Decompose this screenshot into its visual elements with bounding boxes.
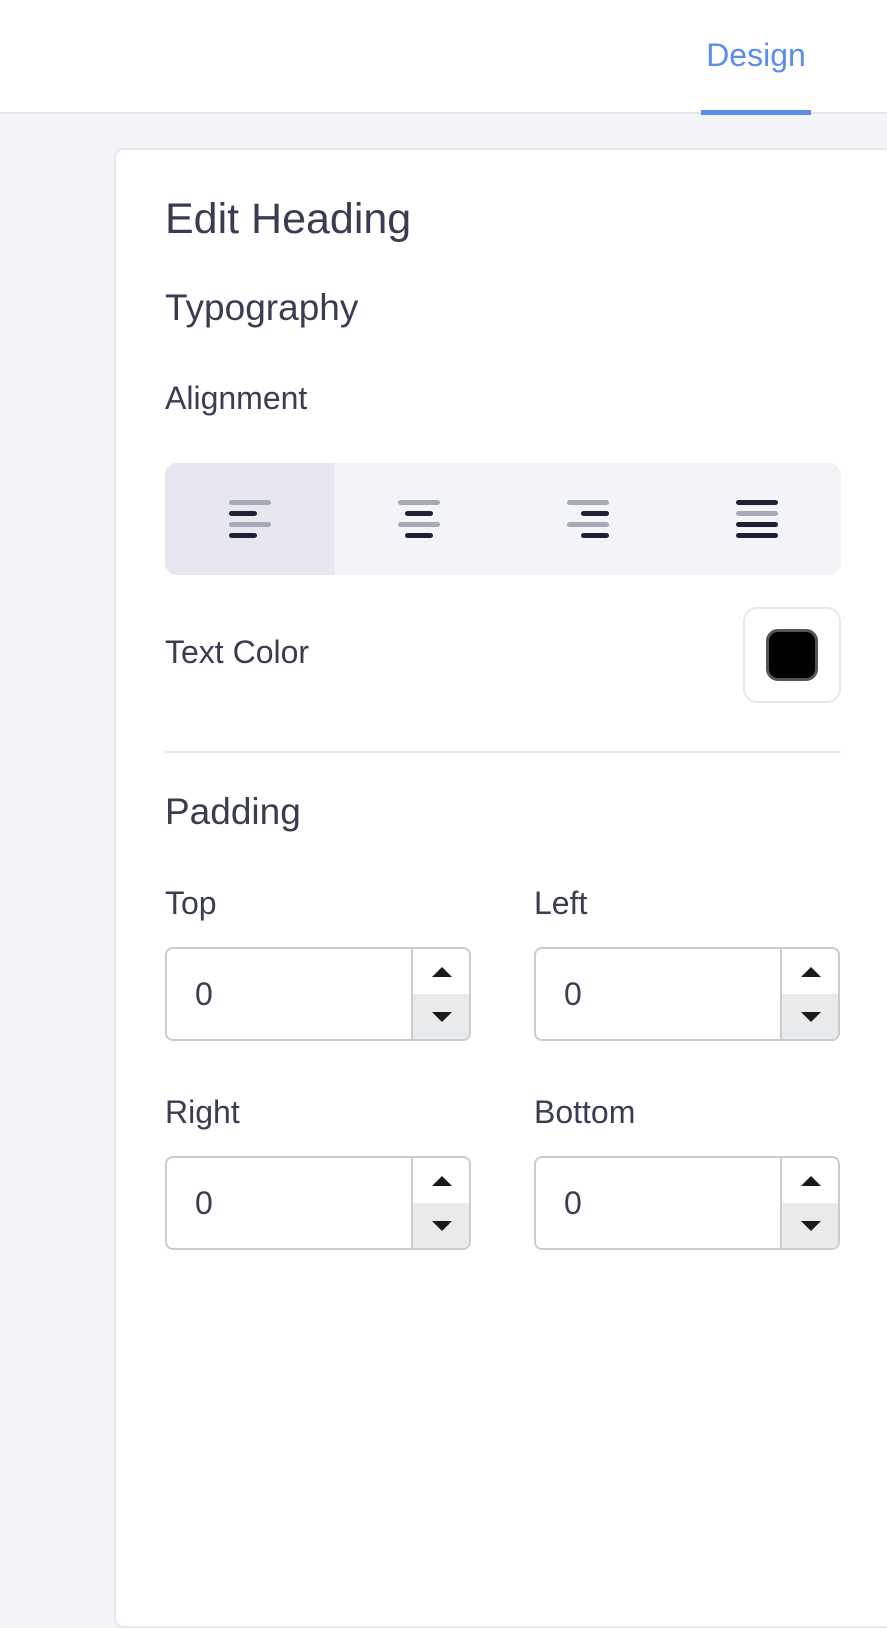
caret-down-icon <box>801 1011 821 1022</box>
padding-left-input[interactable] <box>536 949 780 1039</box>
text-color-label: Text Color <box>165 634 310 670</box>
padding-bottom-input[interactable] <box>536 1158 780 1248</box>
top-bar: Design <box>0 0 887 115</box>
padding-left-label: Left <box>534 885 588 921</box>
align-left-icon <box>228 500 271 538</box>
align-justify-icon <box>735 500 778 538</box>
typography-heading: Typography <box>165 287 359 328</box>
padding-right-label: Right <box>165 1094 240 1130</box>
padding-top-input[interactable] <box>167 949 411 1039</box>
increment-button[interactable] <box>782 1158 838 1203</box>
padding-left-stepper <box>534 947 840 1041</box>
color-swatch <box>766 629 818 681</box>
spin-buttons <box>780 949 838 1039</box>
panel-title: Edit Heading <box>165 195 412 243</box>
padding-top-stepper <box>165 947 471 1041</box>
increment-button[interactable] <box>413 949 469 994</box>
decrement-button[interactable] <box>413 994 469 1039</box>
increment-button[interactable] <box>782 949 838 994</box>
alignment-label: Alignment <box>165 380 308 416</box>
caret-up-icon <box>801 966 821 977</box>
edit-panel <box>114 148 887 1628</box>
active-tab-indicator <box>701 110 811 115</box>
section-divider <box>165 751 841 753</box>
align-left-button[interactable] <box>165 463 334 575</box>
padding-right-stepper <box>165 1156 471 1250</box>
caret-up-icon <box>432 966 452 977</box>
padding-heading: Padding <box>165 791 301 832</box>
spin-buttons <box>411 1158 469 1248</box>
padding-top-label: Top <box>165 885 217 921</box>
padding-bottom-label: Bottom <box>534 1094 636 1130</box>
align-center-icon <box>397 500 440 538</box>
alignment-segmented-control <box>165 463 841 575</box>
caret-down-icon <box>432 1011 452 1022</box>
align-right-icon <box>566 500 609 538</box>
tab-design[interactable]: Design <box>701 0 811 114</box>
caret-down-icon <box>801 1220 821 1231</box>
increment-button[interactable] <box>413 1158 469 1203</box>
spin-buttons <box>780 1158 838 1248</box>
decrement-button[interactable] <box>413 1203 469 1248</box>
padding-right-input[interactable] <box>167 1158 411 1248</box>
caret-up-icon <box>432 1175 452 1186</box>
decrement-button[interactable] <box>782 1203 838 1248</box>
caret-down-icon <box>432 1220 452 1231</box>
padding-bottom-stepper <box>534 1156 840 1250</box>
spin-buttons <box>411 949 469 1039</box>
align-center-button[interactable] <box>334 463 503 575</box>
caret-up-icon <box>801 1175 821 1186</box>
align-right-button[interactable] <box>503 463 672 575</box>
text-color-picker[interactable] <box>743 607 841 703</box>
align-justify-button[interactable] <box>672 463 841 575</box>
decrement-button[interactable] <box>782 994 838 1039</box>
